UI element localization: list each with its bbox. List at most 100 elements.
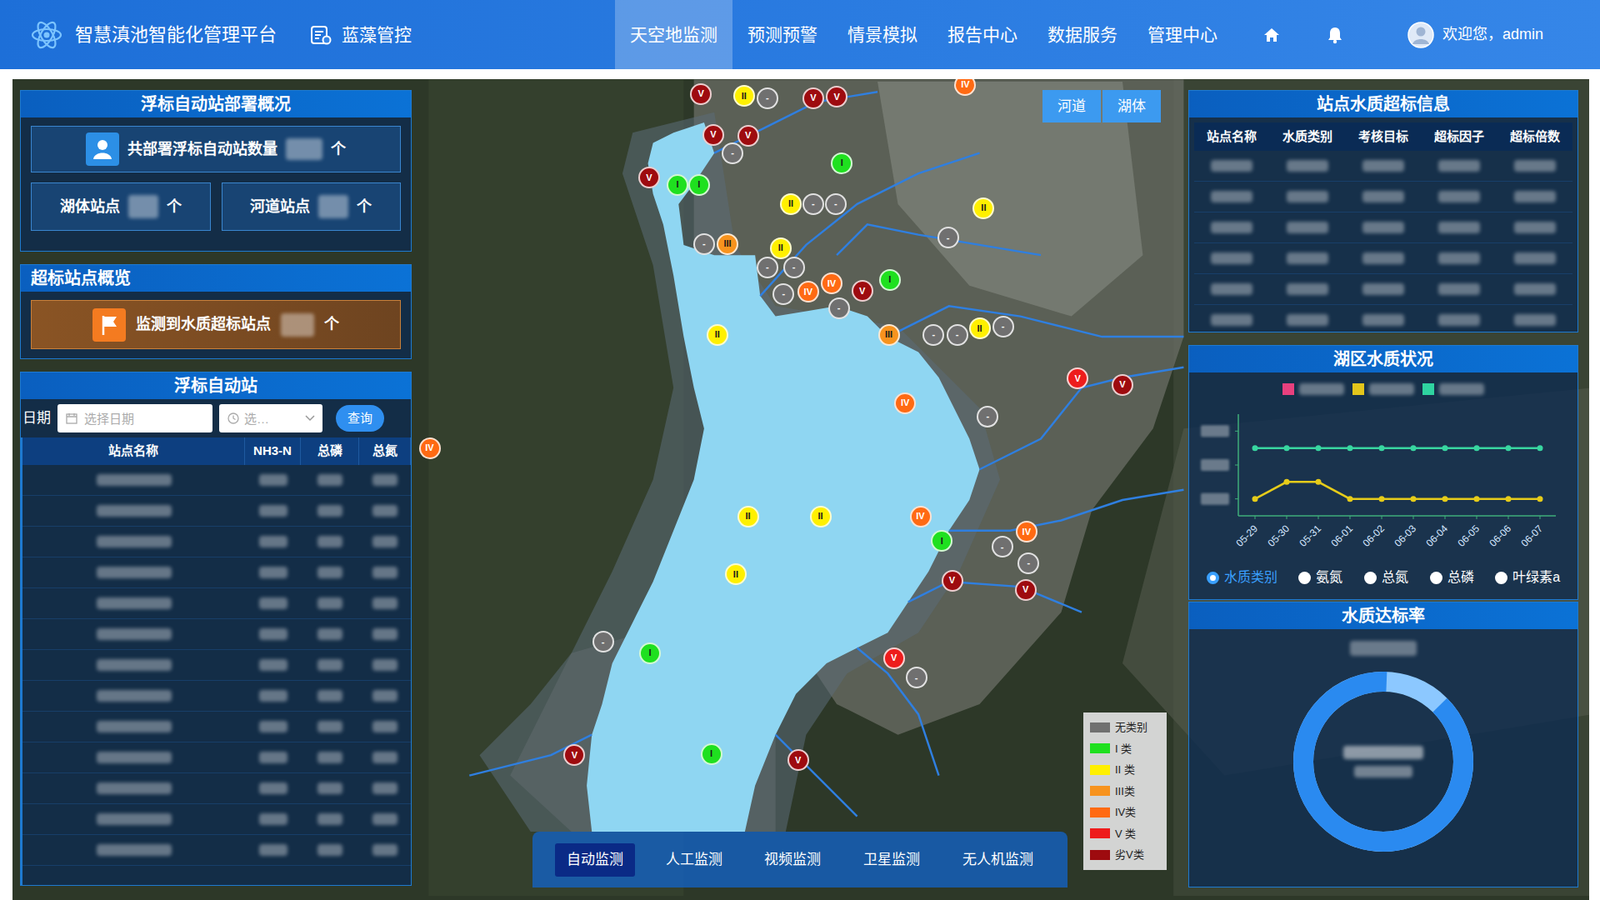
monitor-tab[interactable]: 人工监测 bbox=[654, 843, 735, 877]
table-row[interactable] bbox=[22, 557, 411, 589]
station-marker[interactable]: I bbox=[930, 530, 953, 552]
station-marker[interactable]: V bbox=[690, 83, 712, 105]
series-point[interactable] bbox=[1252, 495, 1259, 502]
station-marker[interactable]: - bbox=[772, 283, 795, 305]
table-row[interactable] bbox=[1194, 212, 1573, 244]
table-row[interactable] bbox=[1194, 305, 1573, 333]
station-marker[interactable]: - bbox=[756, 87, 779, 110]
series-point[interactable] bbox=[1315, 445, 1322, 451]
nav-item[interactable]: 天空地监测 bbox=[615, 0, 733, 70]
station-marker[interactable]: II bbox=[733, 85, 755, 107]
table-row[interactable] bbox=[1194, 181, 1573, 213]
avatar-icon[interactable] bbox=[1407, 21, 1435, 49]
station-marker[interactable]: I bbox=[830, 152, 853, 175]
table-row[interactable] bbox=[22, 680, 411, 712]
series-point[interactable] bbox=[1442, 445, 1449, 451]
station-marker[interactable]: II bbox=[780, 193, 802, 215]
station-marker[interactable]: V bbox=[851, 280, 874, 302]
series-point[interactable] bbox=[1284, 445, 1290, 451]
station-marker[interactable]: V bbox=[563, 744, 585, 766]
series-point[interactable] bbox=[1315, 479, 1322, 485]
station-marker[interactable]: V bbox=[737, 125, 760, 147]
station-marker[interactable]: - bbox=[721, 142, 744, 165]
series-point[interactable] bbox=[1442, 495, 1449, 502]
home-icon[interactable] bbox=[1262, 25, 1281, 45]
station-marker[interactable]: - bbox=[783, 256, 805, 279]
metric-radio[interactable]: 总氮 bbox=[1364, 567, 1409, 588]
station-marker[interactable]: V bbox=[825, 85, 848, 108]
station-marker[interactable]: V bbox=[941, 570, 964, 592]
station-marker[interactable]: IV bbox=[419, 437, 441, 460]
station-marker[interactable]: V bbox=[883, 647, 905, 670]
station-marker[interactable]: II bbox=[972, 197, 995, 220]
bell-icon[interactable] bbox=[1325, 25, 1345, 45]
series-point[interactable] bbox=[1347, 445, 1354, 451]
table-row[interactable] bbox=[22, 465, 411, 496]
table-row[interactable] bbox=[22, 588, 411, 620]
station-marker[interactable]: - bbox=[992, 315, 1015, 338]
series-point[interactable] bbox=[1284, 479, 1290, 485]
station-marker[interactable]: III bbox=[878, 324, 900, 346]
metric-radio[interactable]: 水质类别 bbox=[1206, 567, 1278, 588]
metric-radio[interactable]: 氨氮 bbox=[1298, 567, 1343, 588]
station-marker[interactable]: - bbox=[922, 324, 945, 346]
nav-item[interactable]: 预测预警 bbox=[732, 0, 833, 70]
table-row[interactable] bbox=[22, 619, 411, 650]
station-marker[interactable]: IV bbox=[894, 392, 916, 415]
station-marker[interactable]: - bbox=[693, 233, 715, 255]
station-marker[interactable]: I bbox=[879, 269, 901, 291]
series-point[interactable] bbox=[1379, 495, 1385, 502]
station-marker[interactable]: V bbox=[1111, 374, 1134, 396]
station-marker[interactable]: V bbox=[638, 166, 660, 189]
nav-item[interactable]: 管理中心 bbox=[1132, 0, 1233, 70]
table-row[interactable] bbox=[22, 742, 411, 774]
station-marker[interactable]: - bbox=[802, 193, 825, 215]
station-marker[interactable]: II bbox=[770, 237, 792, 260]
station-marker[interactable]: - bbox=[592, 630, 615, 653]
nav-item[interactable]: 数据服务 bbox=[1032, 0, 1133, 70]
station-marker[interactable]: - bbox=[937, 226, 960, 249]
table-row[interactable] bbox=[1194, 243, 1573, 275]
station-marker[interactable]: II bbox=[706, 324, 729, 346]
series-point[interactable] bbox=[1537, 495, 1544, 502]
station-marker[interactable]: IV bbox=[910, 505, 932, 528]
station-marker[interactable]: III bbox=[716, 233, 739, 255]
series-point[interactable] bbox=[1474, 445, 1480, 451]
monitor-tab[interactable]: 自动监测 bbox=[555, 843, 635, 877]
station-marker[interactable]: - bbox=[756, 256, 779, 279]
station-marker[interactable]: IV bbox=[954, 79, 976, 96]
time-select[interactable] bbox=[219, 404, 323, 433]
table-row[interactable] bbox=[22, 526, 411, 558]
station-marker[interactable]: I bbox=[639, 642, 661, 665]
table-row[interactable] bbox=[1194, 274, 1573, 305]
station-marker[interactable]: V bbox=[1015, 579, 1037, 601]
table-row[interactable] bbox=[22, 835, 411, 866]
table-row[interactable] bbox=[22, 711, 411, 743]
nav-item[interactable]: 报告中心 bbox=[932, 0, 1033, 70]
station-marker[interactable]: - bbox=[991, 535, 1014, 558]
station-marker[interactable]: IV bbox=[1015, 520, 1038, 543]
station-marker[interactable]: I bbox=[700, 743, 723, 765]
nav-item[interactable]: 情景模拟 bbox=[832, 0, 933, 70]
station-marker[interactable]: IV bbox=[820, 272, 843, 295]
station-marker[interactable]: I bbox=[688, 174, 710, 196]
table-row[interactable] bbox=[22, 650, 411, 681]
station-marker[interactable]: V bbox=[787, 749, 810, 771]
station-marker[interactable]: - bbox=[976, 405, 999, 428]
table-row[interactable] bbox=[22, 804, 411, 835]
series-point[interactable] bbox=[1347, 495, 1354, 502]
series-point[interactable] bbox=[1410, 445, 1417, 451]
module-title[interactable]: 蓝藻管控 bbox=[341, 21, 412, 49]
station-marker[interactable]: - bbox=[825, 193, 847, 215]
station-marker[interactable]: V bbox=[702, 124, 725, 146]
map[interactable]: VII-VVIVVV-IVIIII--II-III-II--IVIV-VI-II… bbox=[12, 79, 1590, 900]
station-marker[interactable]: - bbox=[1017, 552, 1040, 575]
series-point[interactable] bbox=[1505, 445, 1512, 451]
monitor-tab[interactable]: 无人机监测 bbox=[950, 843, 1045, 877]
station-marker[interactable]: II bbox=[725, 563, 747, 585]
station-marker[interactable]: - bbox=[905, 666, 928, 689]
series-point[interactable] bbox=[1379, 445, 1385, 451]
station-marker[interactable]: - bbox=[946, 324, 969, 346]
station-marker[interactable]: II bbox=[737, 505, 760, 528]
date-input[interactable] bbox=[57, 404, 213, 433]
